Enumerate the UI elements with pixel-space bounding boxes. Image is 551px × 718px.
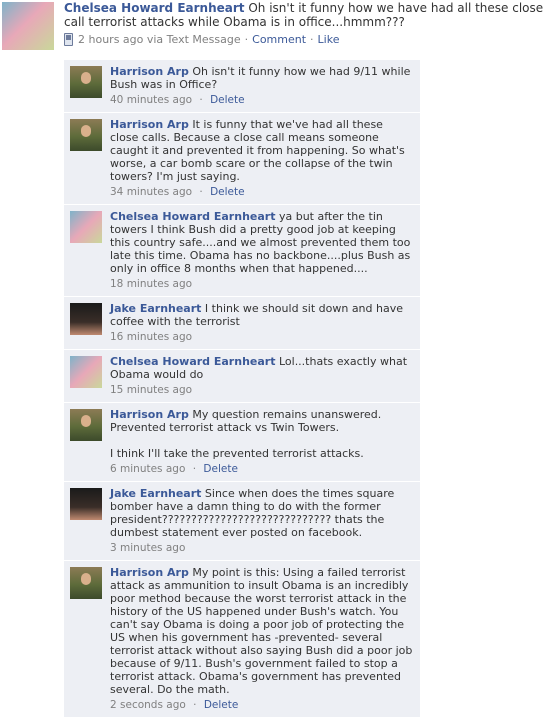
commenter-name[interactable]: Harrison Arp	[110, 118, 189, 131]
comment-meta: 40 minutes ago · Delete	[110, 94, 414, 106]
comment-time: 6 minutes ago	[110, 463, 186, 475]
separator-dot: ·	[310, 33, 314, 46]
comment-time: 34 minutes ago	[110, 186, 193, 198]
separator-dot: ·	[244, 33, 249, 46]
separator-dot: ·	[199, 94, 203, 106]
post-body: Chelsea Howard Earnheart Oh isn't it fun…	[64, 1, 544, 46]
comment-item: Harrison Arp Oh isn't it funny how we ha…	[64, 60, 420, 113]
status-post: Chelsea Howard Earnheart Oh isn't it fun…	[0, 0, 551, 58]
comment-item: Jake Earnheart I think we should sit dow…	[64, 297, 420, 350]
comment-meta: 16 minutes ago	[110, 331, 414, 343]
comment-text-block: Chelsea Howard Earnheart Lol...thats exa…	[110, 355, 414, 381]
comment-item: Chelsea Howard Earnheart ya but after th…	[64, 205, 420, 297]
comment-link[interactable]: Comment	[252, 33, 306, 46]
commenter-avatar[interactable]	[70, 488, 102, 520]
comment-item: Harrison Arp My point is this: Using a f…	[64, 561, 420, 718]
comment-meta: 3 minutes ago	[110, 542, 414, 554]
separator-dot: ·	[192, 463, 197, 475]
commenter-avatar[interactable]	[70, 356, 102, 388]
comment-meta: 34 minutes ago · Delete	[110, 186, 414, 198]
comment-meta: 2 seconds ago · Delete	[110, 699, 414, 711]
comment-time: 16 minutes ago	[110, 331, 193, 343]
comment-text-block: Harrison Arp My point is this: Using a f…	[110, 566, 414, 696]
commenter-name[interactable]: Jake Earnheart	[110, 302, 201, 315]
post-time: 2 hours ago via Text Message	[78, 33, 241, 46]
comment-text-block: Chelsea Howard Earnheart ya but after th…	[110, 210, 414, 275]
commenter-avatar[interactable]	[70, 409, 102, 441]
comment-meta: 6 minutes ago · Delete	[110, 463, 414, 475]
comment-time: 3 minutes ago	[110, 542, 186, 554]
comment-time: 18 minutes ago	[110, 278, 193, 290]
comment-text-block: Harrison Arp It is funny that we've had …	[110, 118, 414, 183]
commenter-name[interactable]: Harrison Arp	[110, 408, 189, 421]
commenter-avatar[interactable]	[70, 211, 102, 243]
commenter-name[interactable]: Chelsea Howard Earnheart	[110, 355, 275, 368]
comment-time: 40 minutes ago	[110, 94, 193, 106]
commenter-avatar[interactable]	[70, 66, 102, 98]
commenter-avatar[interactable]	[70, 303, 102, 335]
comment-text-block: Harrison Arp Oh isn't it funny how we ha…	[110, 65, 414, 91]
comment-time: 2 seconds ago	[110, 699, 186, 711]
comment-text-paragraph: I think I'll take the prevented terroris…	[110, 447, 364, 460]
post-content: Chelsea Howard Earnheart Oh isn't it fun…	[64, 1, 544, 29]
comment-item: Harrison Arp It is funny that we've had …	[64, 113, 420, 205]
post-author-name[interactable]: Chelsea Howard Earnheart	[64, 1, 245, 15]
commenter-name[interactable]: Chelsea Howard Earnheart	[110, 210, 275, 223]
comment-item: Harrison Arp My question remains unanswe…	[64, 403, 420, 482]
delete-comment-link[interactable]: Delete	[210, 186, 245, 198]
commenter-name[interactable]: Harrison Arp	[110, 566, 189, 579]
post-meta: 2 hours ago via Text Message · Comment ·…	[64, 33, 544, 46]
comment-time: 15 minutes ago	[110, 384, 193, 396]
delete-comment-link[interactable]: Delete	[204, 699, 239, 711]
like-link[interactable]: Like	[318, 33, 340, 46]
comment-meta: 15 minutes ago	[110, 384, 414, 396]
commenter-avatar[interactable]	[70, 119, 102, 151]
post-author-avatar[interactable]	[2, 2, 54, 50]
separator-dot: ·	[199, 186, 203, 198]
comment-meta: 18 minutes ago	[110, 278, 414, 290]
comments-list: Harrison Arp Oh isn't it funny how we ha…	[64, 60, 420, 718]
comment-item: Chelsea Howard Earnheart Lol...thats exa…	[64, 350, 420, 403]
comment-item: Jake Earnheart Since when does the times…	[64, 482, 420, 561]
comment-text: My point is this: Using a failed terrori…	[110, 566, 413, 696]
commenter-avatar[interactable]	[70, 567, 102, 599]
comment-text-block: Jake Earnheart I think we should sit dow…	[110, 302, 414, 328]
comment-text-block: Jake Earnheart Since when does the times…	[110, 487, 414, 539]
delete-comment-link[interactable]: Delete	[203, 463, 238, 475]
mobile-phone-icon	[64, 33, 73, 46]
comment-text-block: Harrison Arp My question remains unanswe…	[110, 408, 414, 460]
delete-comment-link[interactable]: Delete	[210, 94, 245, 106]
commenter-name[interactable]: Jake Earnheart	[110, 487, 201, 500]
commenter-name[interactable]: Harrison Arp	[110, 65, 189, 78]
separator-dot: ·	[193, 699, 197, 711]
